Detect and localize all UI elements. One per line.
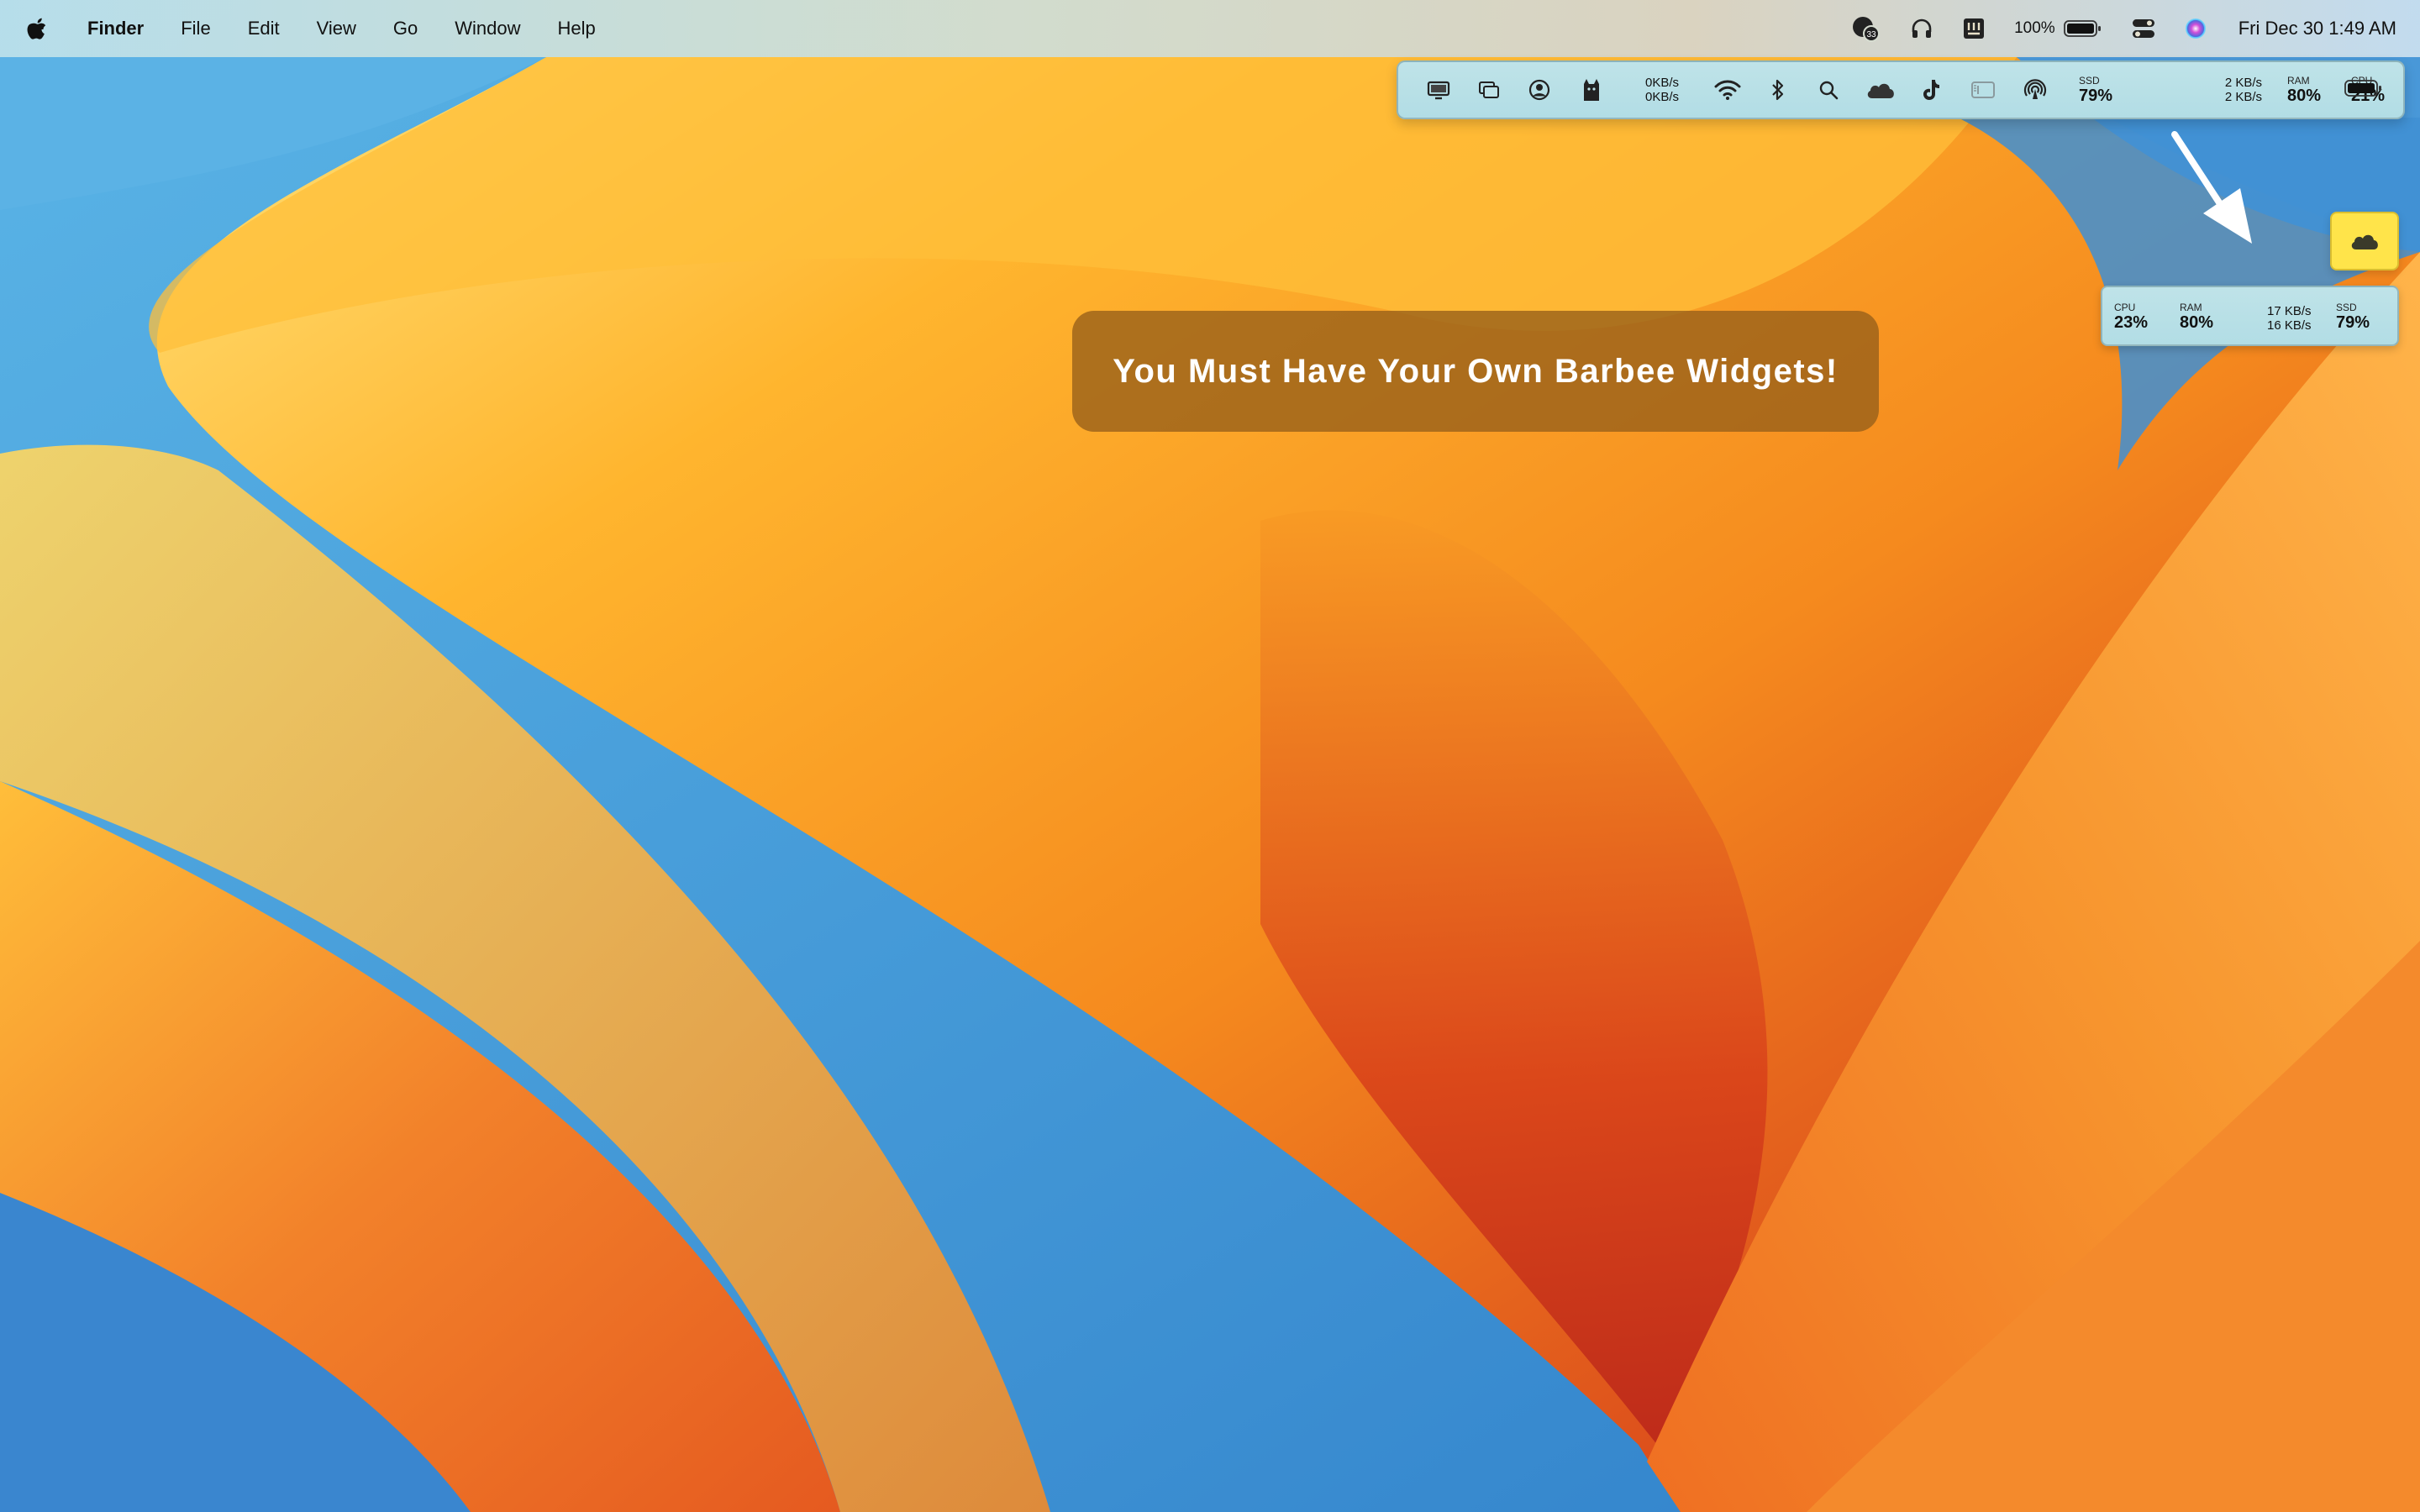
search-icon[interactable] bbox=[1813, 62, 1844, 118]
system-stats-widget[interactable]: CPU 23% RAM 80% 17 KB/s 16 KB/s SSD 79% bbox=[2101, 286, 2399, 346]
network2-upload-speed: 2 KB/s bbox=[2224, 76, 2262, 90]
ssd-value: 79% bbox=[2078, 87, 2113, 105]
tiktok-icon[interactable] bbox=[1916, 62, 1946, 118]
barbee-battery-icon[interactable] bbox=[2344, 79, 2383, 97]
network-speed-indicator[interactable]: 0KB/s 0KB/s bbox=[1628, 62, 1696, 118]
display-icon[interactable] bbox=[1422, 62, 1455, 118]
wifi-icon[interactable] bbox=[1711, 62, 1744, 118]
secondary-network-indicator[interactable]: 2 KB/s 2 KB/s bbox=[2144, 62, 2270, 118]
promo-banner-text: You Must Have Your Own Barbee Widgets! bbox=[1113, 352, 1839, 390]
menu-edit[interactable]: Edit bbox=[229, 0, 298, 57]
bluetooth-icon[interactable] bbox=[1763, 62, 1793, 118]
airdrop-icon[interactable] bbox=[2018, 62, 2052, 118]
widget-cpu-value: 23% bbox=[2114, 313, 2149, 332]
menu-bar: Finder File Edit View Go Window Help 33 bbox=[0, 0, 2420, 57]
widget-ssd: SSD 79% bbox=[2336, 302, 2370, 331]
menu-go[interactable]: Go bbox=[375, 0, 436, 57]
ssd-usage-indicator[interactable]: SSD 79% bbox=[2070, 62, 2121, 118]
widget-ram-value: 80% bbox=[2180, 313, 2214, 332]
ram-usage-indicator[interactable]: RAM 80% bbox=[2279, 62, 2329, 118]
widget-cpu: CPU 23% bbox=[2114, 302, 2148, 331]
annotation-arrow bbox=[2171, 131, 2252, 244]
network-upload-speed: 0KB/s bbox=[1644, 76, 1680, 90]
cloud-icon bbox=[2351, 234, 2378, 249]
headphones-icon[interactable] bbox=[1910, 17, 1933, 40]
text-app-icon[interactable] bbox=[1962, 17, 1986, 40]
widget-net-download: 16 KB/s bbox=[2267, 318, 2312, 333]
ssd-label: SSD bbox=[2078, 75, 2100, 87]
barbee-menu-bar-panel: 0KB/s 0KB/s SSD 79% 2 KB/s 2 KB/s RAM 80… bbox=[1397, 60, 2405, 119]
network2-download-speed: 2 KB/s bbox=[2224, 90, 2262, 104]
desktop-wallpaper bbox=[0, 0, 2420, 1512]
notification-badge: 33 bbox=[1867, 30, 1877, 39]
promo-banner: You Must Have Your Own Barbee Widgets! bbox=[1072, 311, 1879, 432]
widget-ssd-value: 79% bbox=[2336, 313, 2370, 332]
battery-icon[interactable] bbox=[2063, 19, 2102, 38]
sidebar-icon[interactable] bbox=[1966, 62, 2000, 118]
battery-percent: 100% bbox=[2014, 19, 2055, 37]
menu-window[interactable]: Window bbox=[436, 0, 539, 57]
menu-file[interactable]: File bbox=[162, 0, 229, 57]
widget-ram: RAM 80% bbox=[2180, 302, 2213, 331]
battery-status: 100% bbox=[2014, 19, 2102, 38]
windows-icon[interactable] bbox=[1472, 62, 1506, 118]
network-download-speed: 0KB/s bbox=[1644, 90, 1680, 104]
cat-icon[interactable] bbox=[1575, 62, 1608, 118]
ram-value: 80% bbox=[2286, 87, 2322, 105]
control-center-icon[interactable] bbox=[2131, 18, 2156, 39]
widget-ram-label: RAM bbox=[2180, 302, 2202, 313]
widget-network: 17 KB/s 16 KB/s bbox=[2267, 304, 2312, 333]
widget-cpu-label: CPU bbox=[2114, 302, 2136, 313]
app-menu-finder[interactable]: Finder bbox=[69, 0, 162, 57]
notification-center-icon[interactable]: 33 bbox=[1851, 15, 1881, 42]
cloud-widget[interactable] bbox=[2330, 212, 2399, 270]
widget-ssd-label: SSD bbox=[2336, 302, 2357, 313]
cloud-icon[interactable] bbox=[1862, 62, 1899, 118]
apple-icon[interactable] bbox=[25, 15, 47, 42]
user-circle-icon[interactable] bbox=[1523, 62, 1556, 118]
menu-view[interactable]: View bbox=[298, 0, 375, 57]
siri-icon[interactable] bbox=[2185, 18, 2207, 39]
ram-label: RAM bbox=[2286, 75, 2310, 87]
menu-help[interactable]: Help bbox=[539, 0, 614, 57]
menu-clock[interactable]: Fri Dec 30 1:49 AM bbox=[2238, 18, 2396, 39]
widget-net-upload: 17 KB/s bbox=[2267, 304, 2312, 318]
